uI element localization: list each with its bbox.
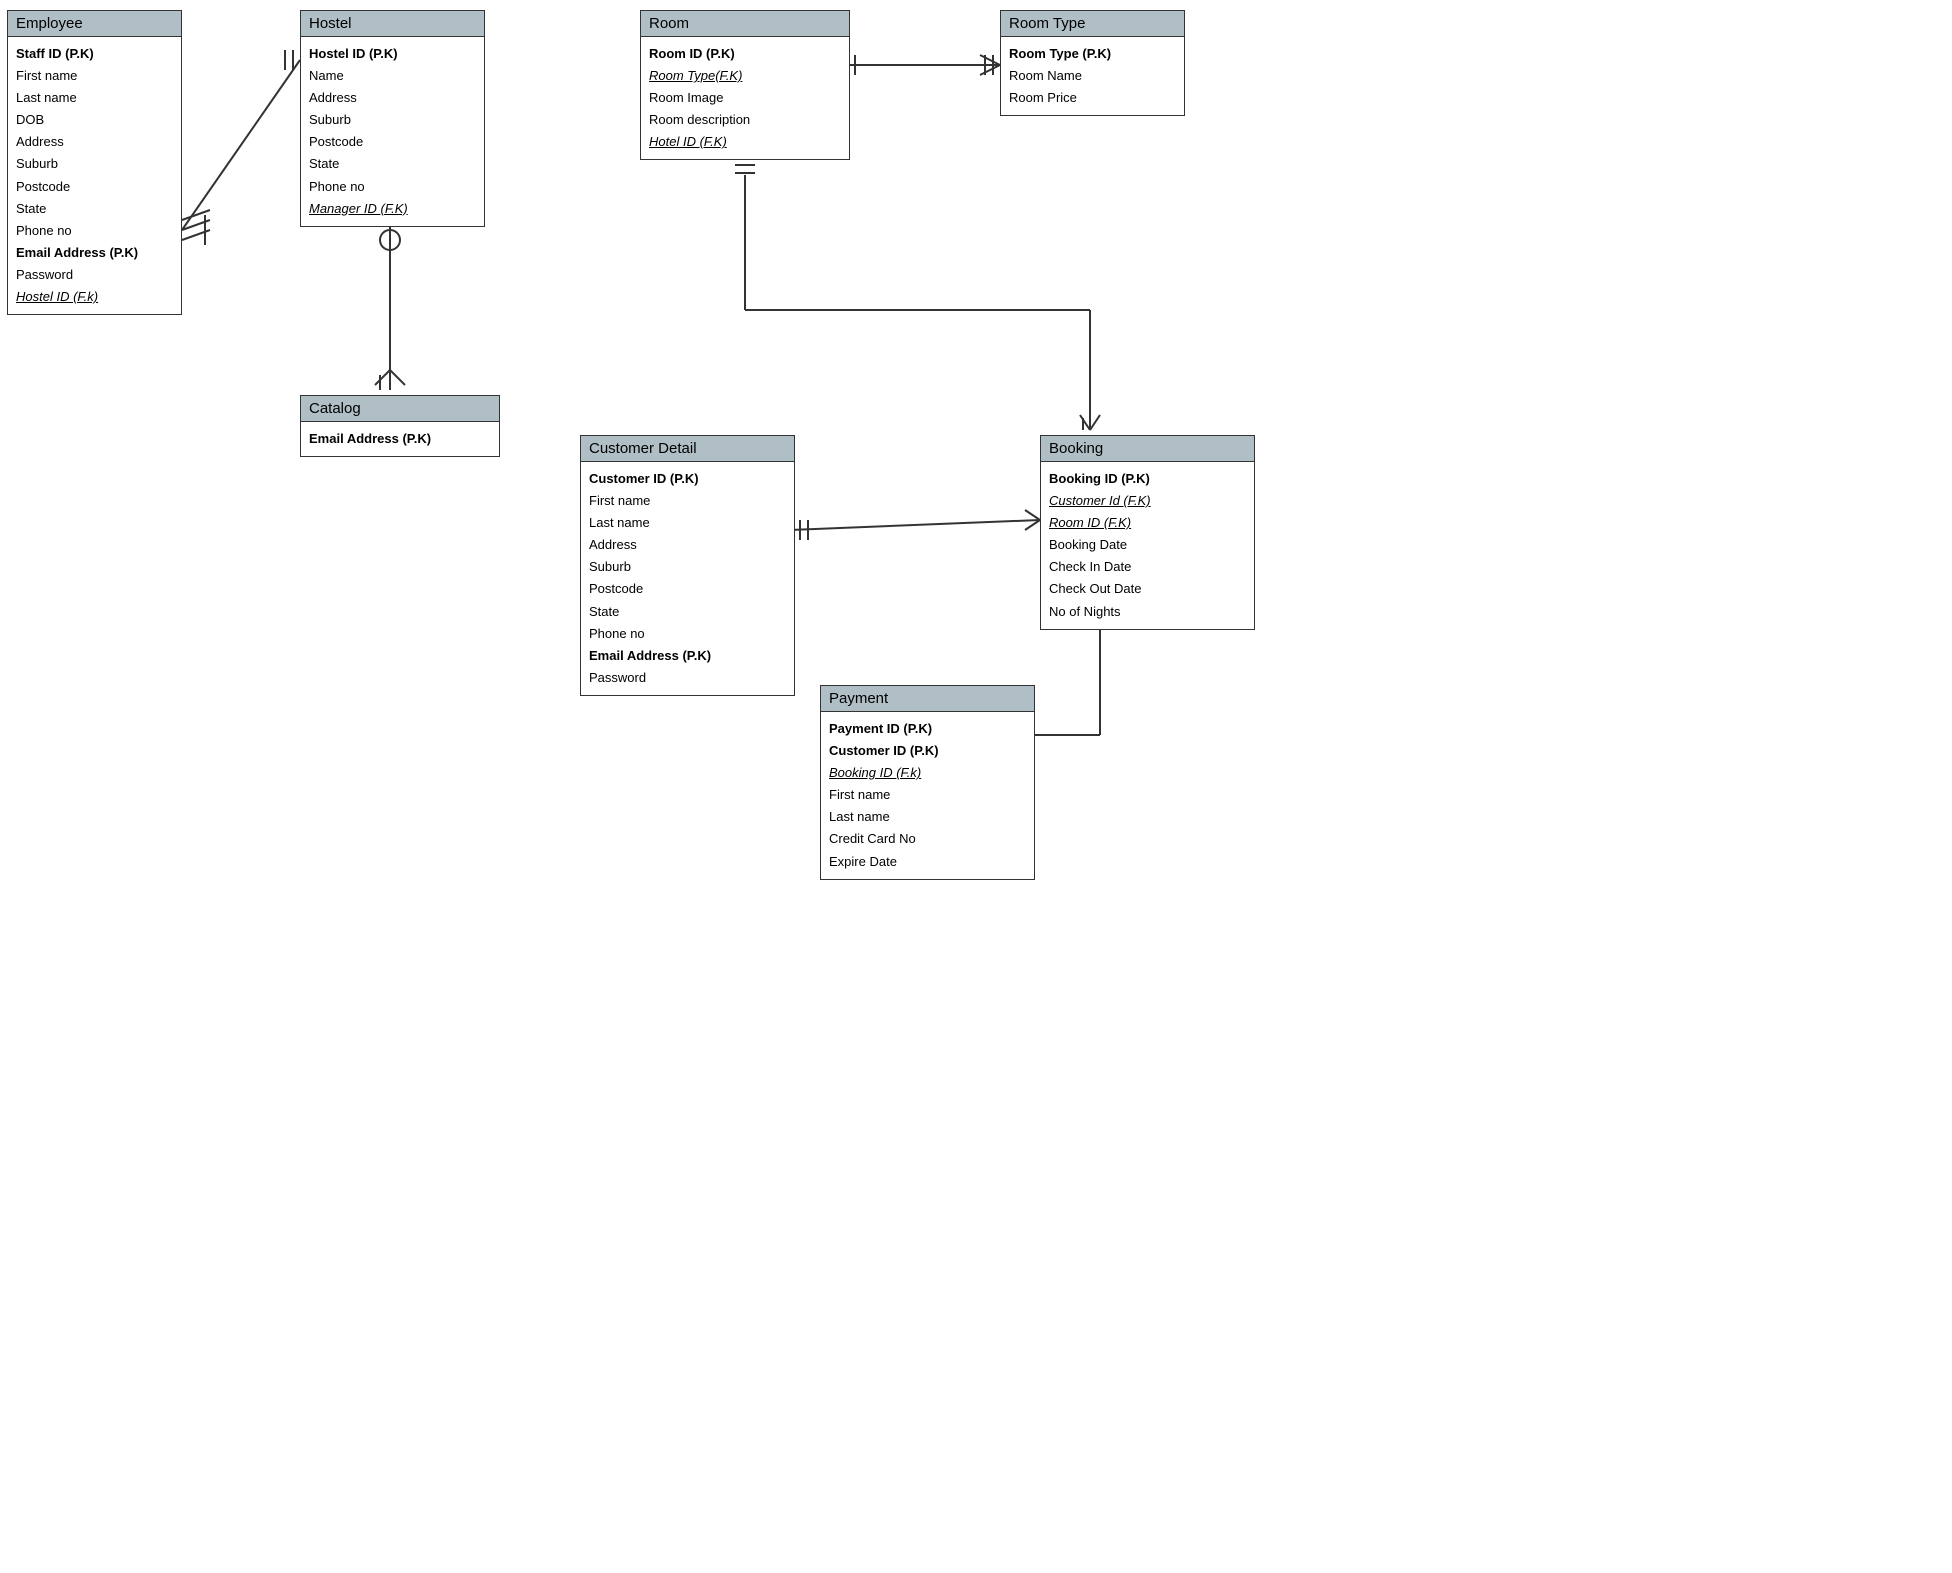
catalog-field-email: Email Address (P.K) xyxy=(309,428,491,450)
hostel-field-postcode: Postcode xyxy=(309,131,476,153)
customer-field-lastname: Last name xyxy=(589,512,786,534)
hostel-field-phone: Phone no xyxy=(309,176,476,198)
booking-field-checkout: Check Out Date xyxy=(1049,578,1246,600)
hostel-field-suburb: Suburb xyxy=(309,109,476,131)
entity-catalog-body: Email Address (P.K) xyxy=(301,422,499,456)
booking-field-roomid: Room ID (F.K) xyxy=(1049,512,1246,534)
roomtype-field-price: Room Price xyxy=(1009,87,1176,109)
hostel-field-id: Hostel ID (P.K) xyxy=(309,43,476,65)
entity-employee-header: Employee xyxy=(8,11,181,37)
entity-roomtype-header: Room Type xyxy=(1001,11,1184,37)
hostel-field-name: Name xyxy=(309,65,476,87)
entity-payment-header: Payment xyxy=(821,686,1034,712)
customer-field-firstname: First name xyxy=(589,490,786,512)
employee-field-lastname: Last name xyxy=(16,87,173,109)
employee-field-suburb: Suburb xyxy=(16,153,173,175)
employee-field-dob: DOB xyxy=(16,109,173,131)
payment-field-id: Payment ID (P.K) xyxy=(829,718,1026,740)
entity-room-body: Room ID (P.K) Room Type(F.K) Room Image … xyxy=(641,37,849,159)
booking-field-date: Booking Date xyxy=(1049,534,1246,556)
payment-field-creditcard: Credit Card No xyxy=(829,828,1026,850)
entity-room: Room Room ID (P.K) Room Type(F.K) Room I… xyxy=(640,10,850,160)
entity-customerdetail: Customer Detail Customer ID (P.K) First … xyxy=(580,435,795,696)
customer-field-state: State xyxy=(589,601,786,623)
employee-field-address: Address xyxy=(16,131,173,153)
entity-catalog: Catalog Email Address (P.K) xyxy=(300,395,500,457)
employee-field-staffid: Staff ID (P.K) xyxy=(16,43,173,65)
booking-field-id: Booking ID (P.K) xyxy=(1049,468,1246,490)
entity-room-header: Room xyxy=(641,11,849,37)
entity-booking-header: Booking xyxy=(1041,436,1254,462)
payment-field-bookingid: Booking ID (F.k) xyxy=(829,762,1026,784)
room-field-hotelid: Hotel ID (F.K) xyxy=(649,131,841,153)
entity-catalog-header: Catalog xyxy=(301,396,499,422)
employee-field-state: State xyxy=(16,198,173,220)
customer-field-id: Customer ID (P.K) xyxy=(589,468,786,490)
customer-field-email: Email Address (P.K) xyxy=(589,645,786,667)
employee-field-phone: Phone no xyxy=(16,220,173,242)
room-field-id: Room ID (P.K) xyxy=(649,43,841,65)
entity-customerdetail-body: Customer ID (P.K) First name Last name A… xyxy=(581,462,794,695)
entity-roomtype: Room Type Room Type (P.K) Room Name Room… xyxy=(1000,10,1185,116)
entity-customerdetail-header: Customer Detail xyxy=(581,436,794,462)
entity-booking: Booking Booking ID (P.K) Customer Id (F.… xyxy=(1040,435,1255,630)
hostel-field-state: State xyxy=(309,153,476,175)
entity-employee-body: Staff ID (P.K) First name Last name DOB … xyxy=(8,37,181,314)
hostel-field-address: Address xyxy=(309,87,476,109)
employee-field-email: Email Address (P.K) xyxy=(16,242,173,264)
employee-field-hostelid: Hostel ID (F.k) xyxy=(16,286,173,308)
booking-field-nights: No of Nights xyxy=(1049,601,1246,623)
entity-payment: Payment Payment ID (P.K) Customer ID (P.… xyxy=(820,685,1035,880)
roomtype-field-id: Room Type (P.K) xyxy=(1009,43,1176,65)
employee-field-postcode: Postcode xyxy=(16,176,173,198)
payment-field-expire: Expire Date xyxy=(829,851,1026,873)
employee-field-password: Password xyxy=(16,264,173,286)
entity-payment-body: Payment ID (P.K) Customer ID (P.K) Booki… xyxy=(821,712,1034,879)
customer-field-password: Password xyxy=(589,667,786,689)
customer-field-address: Address xyxy=(589,534,786,556)
entity-roomtype-body: Room Type (P.K) Room Name Room Price xyxy=(1001,37,1184,115)
hostel-field-managerid: Manager ID (F.K) xyxy=(309,198,476,220)
entity-employee: Employee Staff ID (P.K) First name Last … xyxy=(7,10,182,315)
payment-field-firstname: First name xyxy=(829,784,1026,806)
erd-diagram: Employee Staff ID (P.K) First name Last … xyxy=(0,0,1952,1573)
customer-field-postcode: Postcode xyxy=(589,578,786,600)
customer-field-phone: Phone no xyxy=(589,623,786,645)
payment-field-lastname: Last name xyxy=(829,806,1026,828)
entity-hostel-body: Hostel ID (P.K) Name Address Suburb Post… xyxy=(301,37,484,226)
entity-hostel-header: Hostel xyxy=(301,11,484,37)
booking-field-customerid: Customer Id (F.K) xyxy=(1049,490,1246,512)
entity-booking-body: Booking ID (P.K) Customer Id (F.K) Room … xyxy=(1041,462,1254,629)
room-field-image: Room Image xyxy=(649,87,841,109)
payment-field-customerid: Customer ID (P.K) xyxy=(829,740,1026,762)
roomtype-field-name: Room Name xyxy=(1009,65,1176,87)
entity-hostel: Hostel Hostel ID (P.K) Name Address Subu… xyxy=(300,10,485,227)
customer-field-suburb: Suburb xyxy=(589,556,786,578)
room-field-description: Room description xyxy=(649,109,841,131)
employee-field-firstname: First name xyxy=(16,65,173,87)
booking-field-checkin: Check In Date xyxy=(1049,556,1246,578)
room-field-type: Room Type(F.K) xyxy=(649,65,841,87)
